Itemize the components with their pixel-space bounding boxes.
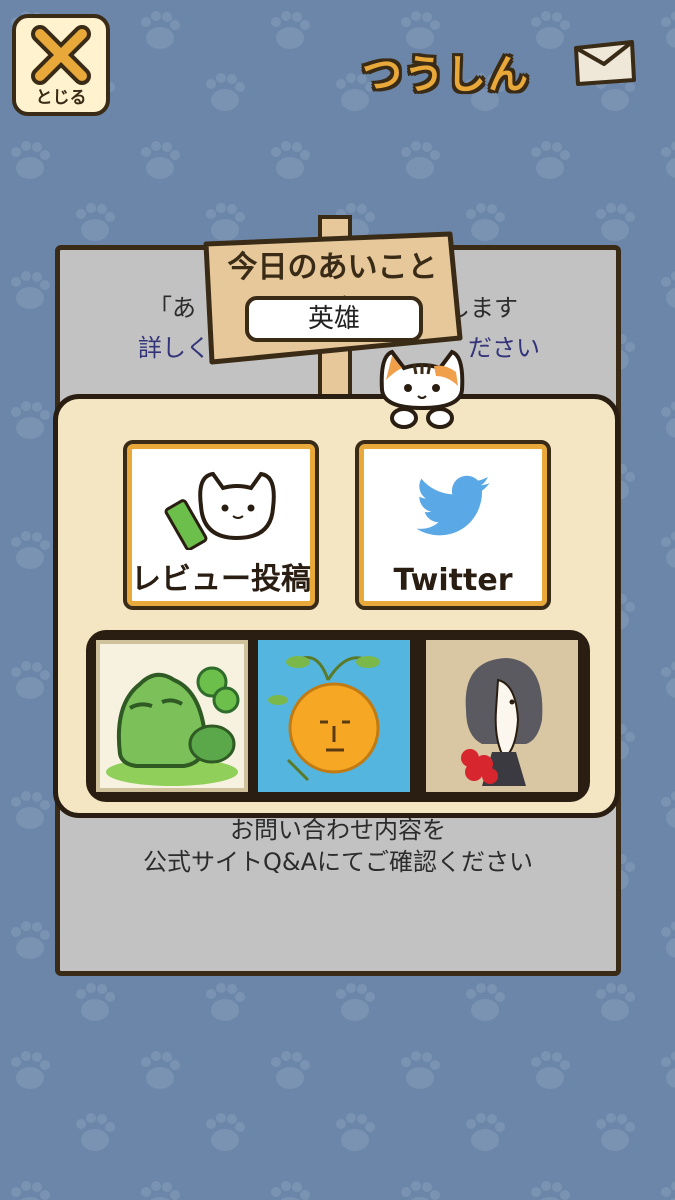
ghost-girl-app-icon xyxy=(461,658,543,786)
panel-link-right[interactable]: ださい xyxy=(468,328,540,363)
envelope-icon xyxy=(574,40,636,86)
app-tile-frog[interactable] xyxy=(96,640,248,792)
app-promo-strip xyxy=(86,630,590,802)
app-tile-ghost-girl[interactable] xyxy=(426,640,578,792)
close-label: とじる xyxy=(35,88,87,108)
page-title: つうしん xyxy=(362,52,530,98)
app-tile-orange[interactable] xyxy=(258,640,410,792)
twitter-bird-icon xyxy=(416,475,490,536)
panel-text-left: 「あ xyxy=(148,294,196,322)
close-button[interactable]: とじる xyxy=(12,14,110,116)
orange-face-app-icon xyxy=(268,656,380,782)
cat-pencil-icon xyxy=(164,471,276,551)
panel-text-line4: 公式サイトQ&Aにてご確認ください xyxy=(142,848,534,876)
daily-password-word: 英雄 xyxy=(245,296,423,342)
review-button[interactable]: レビュー投稿 xyxy=(123,440,319,610)
review-label: レビュー投稿 xyxy=(131,562,311,597)
cat-peeking-icon xyxy=(379,349,465,429)
twitter-button[interactable]: Twitter xyxy=(355,440,551,610)
twitter-label: Twitter xyxy=(393,563,513,598)
frog-app-icon xyxy=(106,666,240,786)
x-icon xyxy=(31,25,91,85)
